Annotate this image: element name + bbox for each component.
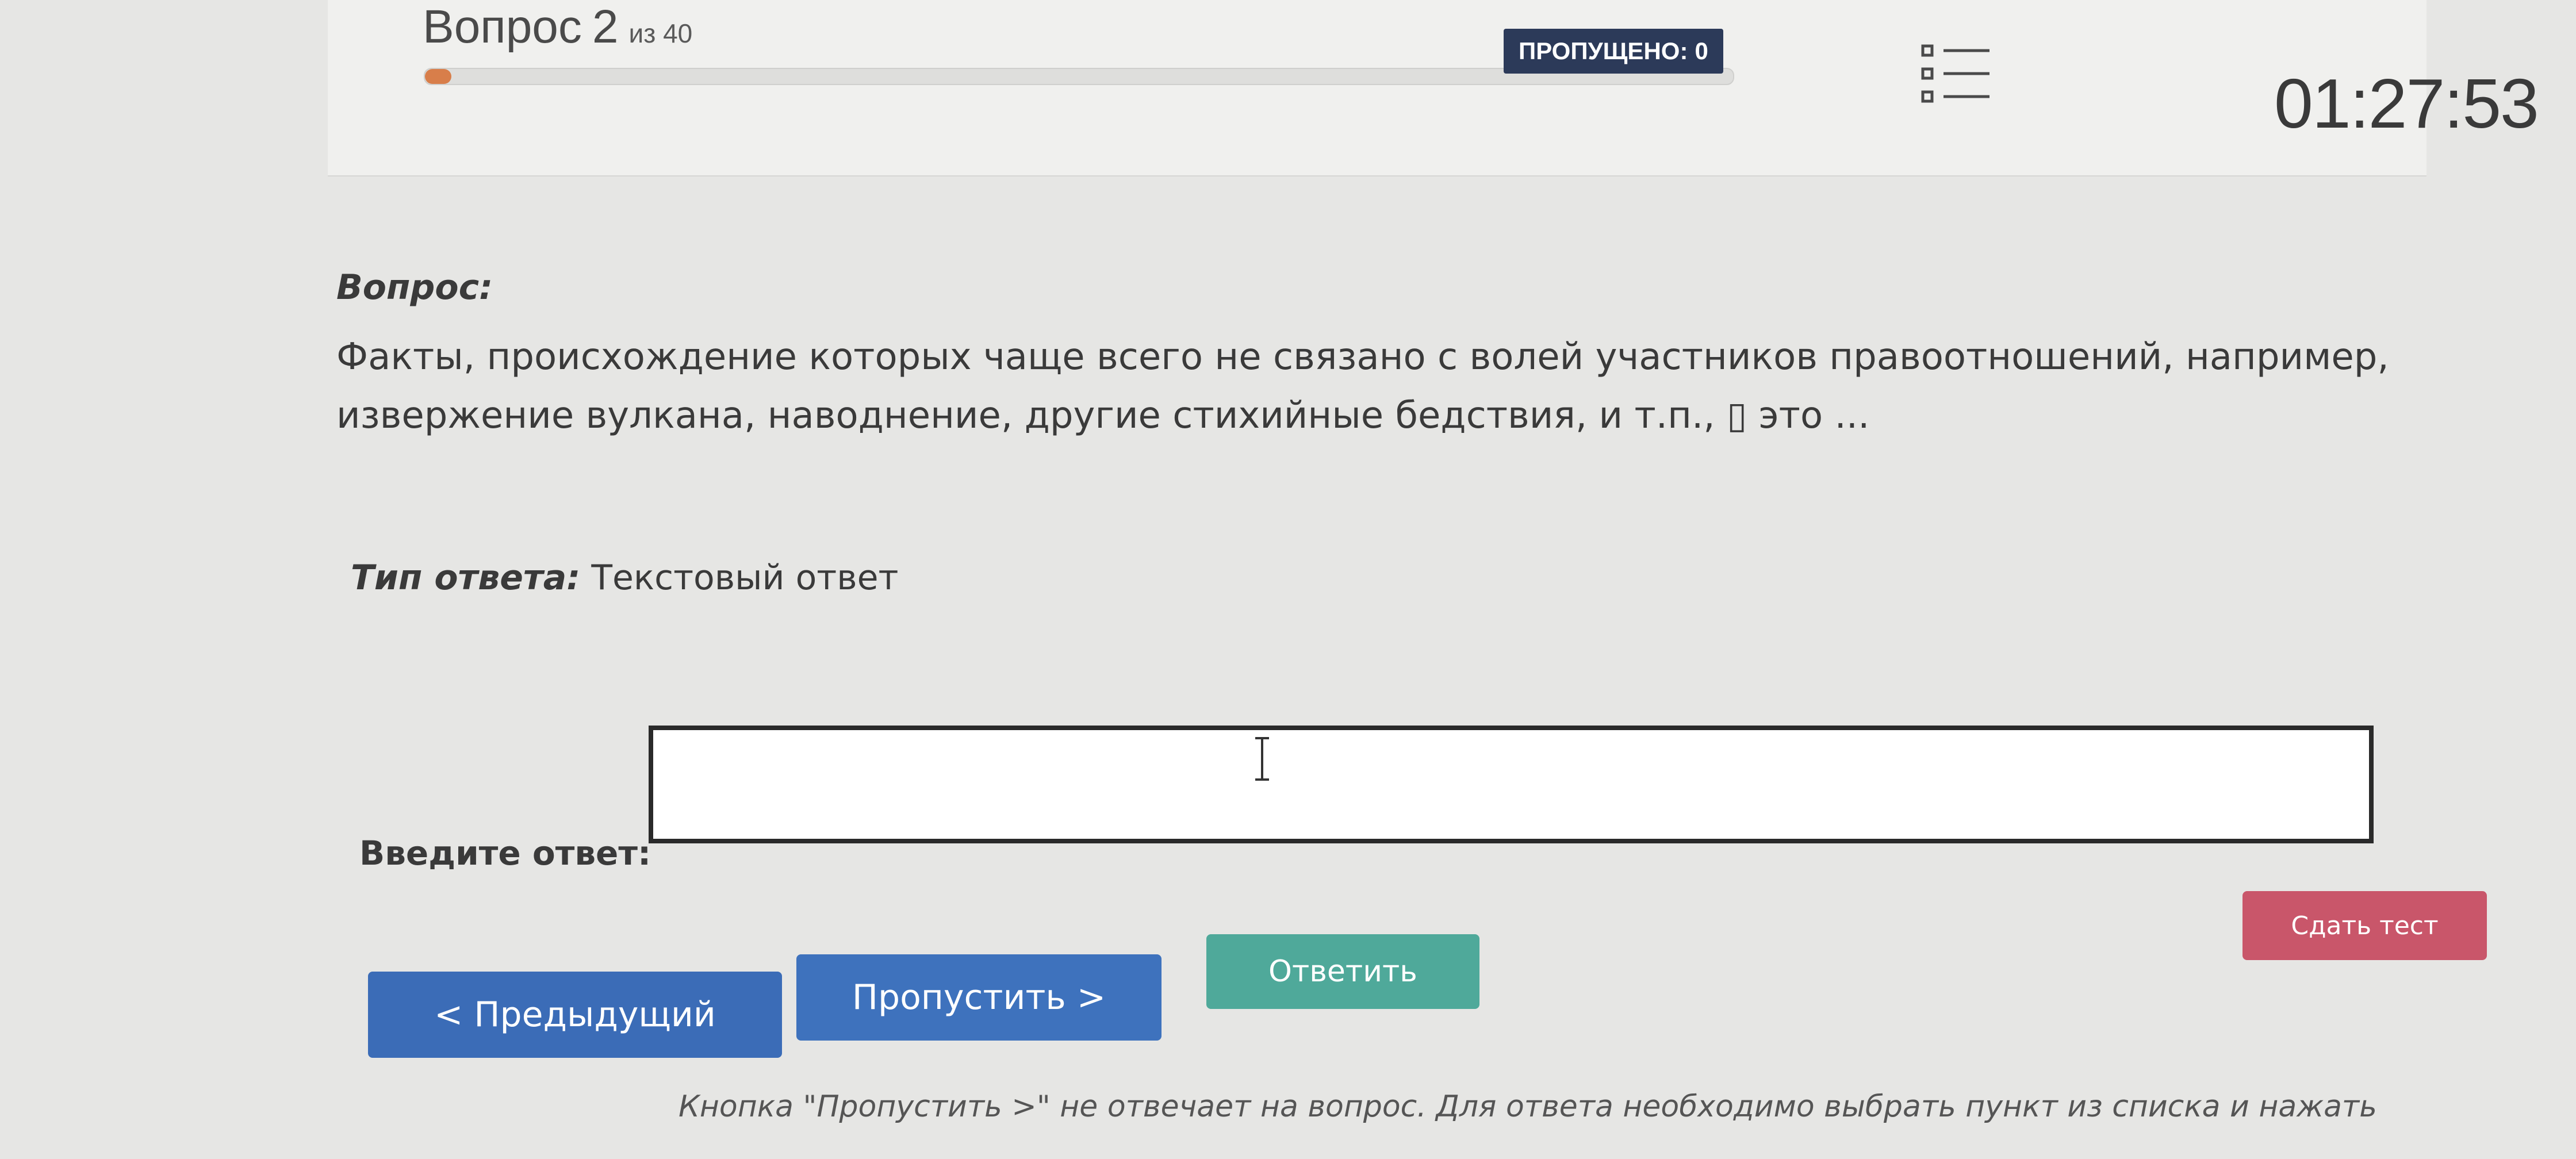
text-cursor-icon bbox=[1251, 736, 1274, 782]
answer-input[interactable] bbox=[649, 726, 2374, 843]
answer-type: Тип ответа: Текстовый ответ bbox=[351, 558, 898, 598]
answer-type-value: Текстовый ответ bbox=[591, 558, 899, 598]
list-icon[interactable] bbox=[1920, 40, 1992, 112]
question-counter: Вопрос 2 из 40 bbox=[423, 0, 693, 53]
timer: 01:27:53 bbox=[2274, 64, 2539, 143]
question-counter-total: из 40 bbox=[628, 18, 693, 48]
answer-input-label: Введите ответ: bbox=[359, 834, 651, 873]
progress-bar-fill bbox=[425, 69, 451, 84]
skipped-badge-label: ПРОПУЩЕНО: bbox=[1519, 37, 1688, 64]
skipped-badge: ПРОПУЩЕНО: 0 bbox=[1504, 29, 1723, 74]
skipped-badge-count: 0 bbox=[1695, 37, 1708, 64]
answer-type-label: Тип ответа: bbox=[351, 558, 581, 598]
question-counter-current: 2 bbox=[592, 1, 619, 53]
skip-hint-text: Кнопка "Пропустить >" не отвечает на воп… bbox=[678, 1089, 2377, 1124]
question-text: Факты, происхождение которых чаще всего … bbox=[336, 336, 2389, 437]
previous-button[interactable]: < Предыдущий bbox=[368, 972, 782, 1058]
question-label: Вопрос: bbox=[336, 267, 493, 308]
skip-button[interactable]: Пропустить > bbox=[796, 954, 1162, 1041]
submit-test-button[interactable]: Сдать тест bbox=[2242, 891, 2487, 960]
question-counter-word: Вопрос bbox=[423, 1, 582, 53]
answer-button[interactable]: Ответить bbox=[1206, 934, 1479, 1009]
